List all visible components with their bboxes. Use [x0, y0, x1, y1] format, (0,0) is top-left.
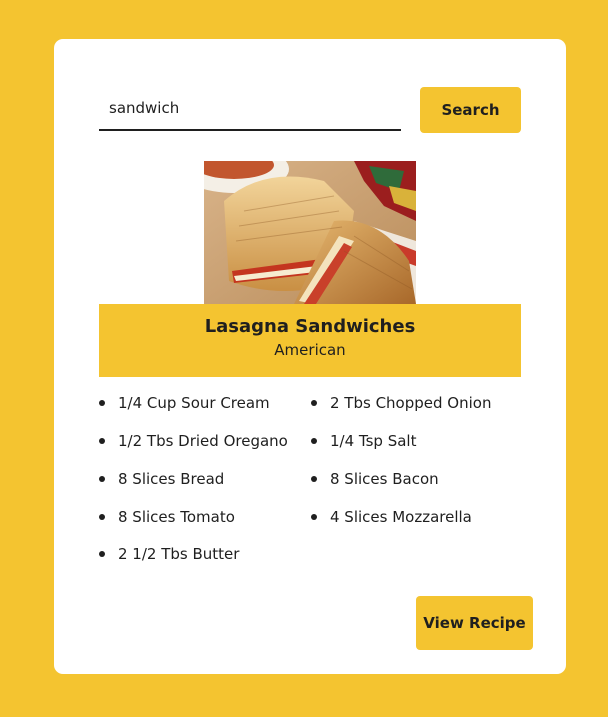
ingredient-item: 2 Tbs Chopped Onion	[311, 394, 491, 412]
recipe-card: Search	[54, 39, 566, 674]
view-recipe-button[interactable]: View Recipe	[416, 596, 533, 650]
ingredient-text: 2 1/2 Tbs Butter	[118, 545, 240, 563]
ingredient-item: 4 Slices Mozzarella	[311, 508, 472, 526]
bullet-icon	[99, 400, 105, 406]
ingredient-text: 1/4 Cup Sour Cream	[118, 394, 270, 412]
search-button[interactable]: Search	[420, 87, 521, 133]
ingredient-text: 1/4 Tsp Salt	[330, 432, 417, 450]
ingredient-item: 2 1/2 Tbs Butter	[99, 545, 239, 563]
bullet-icon	[311, 514, 317, 520]
bullet-icon	[311, 400, 317, 406]
ingredient-list: 1/4 Cup Sour Cream 2 Tbs Chopped Onion 1…	[99, 394, 539, 584]
recipe-banner: Lasagna Sandwiches American	[99, 304, 521, 377]
bullet-icon	[99, 438, 105, 444]
ingredient-item: 8 Slices Tomato	[99, 508, 235, 526]
search-bar: Search	[99, 87, 521, 133]
ingredient-text: 8 Slices Bacon	[330, 470, 439, 488]
bullet-icon	[311, 438, 317, 444]
ingredient-item: 1/2 Tbs Dried Oregano	[99, 432, 288, 450]
bullet-icon	[99, 551, 105, 557]
recipe-title: Lasagna Sandwiches	[204, 316, 416, 337]
search-input[interactable]	[99, 87, 401, 131]
ingredient-text: 8 Slices Bread	[118, 470, 225, 488]
bullet-icon	[311, 476, 317, 482]
recipe-cuisine: American	[274, 341, 346, 359]
bullet-icon	[99, 514, 105, 520]
ingredient-item: 8 Slices Bacon	[311, 470, 439, 488]
ingredient-text: 4 Slices Mozzarella	[330, 508, 472, 526]
ingredient-text: 8 Slices Tomato	[118, 508, 235, 526]
ingredient-text: 2 Tbs Chopped Onion	[330, 394, 492, 412]
ingredient-item: 8 Slices Bread	[99, 470, 224, 488]
ingredient-item: 1/4 Cup Sour Cream	[99, 394, 270, 412]
recipe-image	[204, 161, 416, 304]
bullet-icon	[99, 476, 105, 482]
ingredient-text: 1/2 Tbs Dried Oregano	[118, 432, 288, 450]
ingredient-item: 1/4 Tsp Salt	[311, 432, 416, 450]
